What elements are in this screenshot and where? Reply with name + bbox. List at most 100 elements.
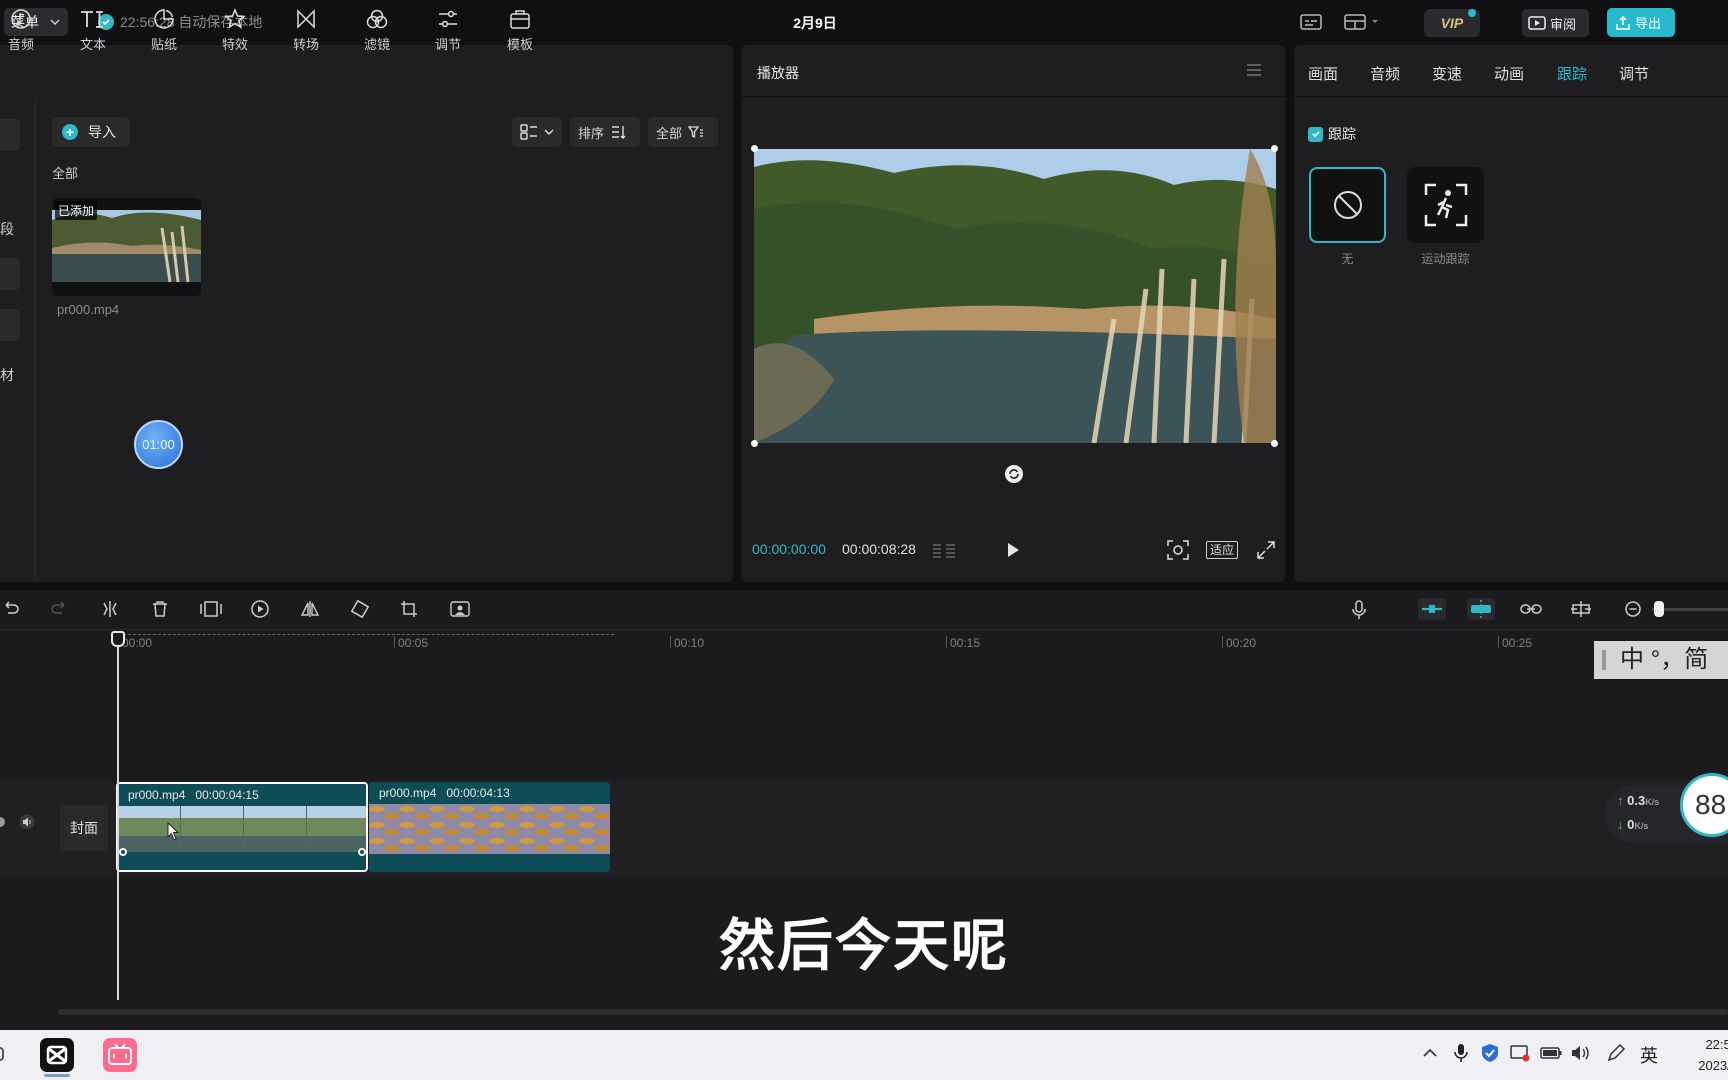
music-icon — [0, 8, 46, 30]
remove-background-icon[interactable] — [450, 600, 470, 618]
auto-snap-icon[interactable] — [1467, 598, 1495, 620]
hamburger-menu-icon[interactable] — [1246, 63, 1262, 77]
cover-button[interactable]: 封面 — [60, 805, 108, 851]
layout-icon[interactable] — [1344, 13, 1380, 31]
mirror-icon[interactable] — [300, 600, 320, 618]
screenshot-icon[interactable] — [1167, 540, 1189, 560]
sidenav-item[interactable] — [0, 309, 20, 341]
speed-unit: K/s — [1634, 821, 1649, 831]
delete-icon[interactable] — [151, 600, 169, 618]
clip-header: pr000.mp4 00:00:04:15 — [118, 784, 366, 806]
microphone-tray-icon[interactable] — [1454, 1043, 1468, 1063]
sidenav-item[interactable] — [0, 258, 20, 290]
filter-button[interactable]: 全部 — [648, 117, 718, 147]
export-icon — [1615, 15, 1631, 31]
tool-effects[interactable]: 特效 — [210, 8, 260, 53]
sort-button[interactable]: 排序 — [570, 117, 640, 147]
media-section-label: 全部 — [52, 166, 79, 181]
ruler-label: 00:05 — [398, 636, 429, 650]
tracking-checkbox[interactable]: 跟踪 — [1308, 124, 1356, 144]
ime-drag-handle[interactable] — [1602, 650, 1606, 670]
search-icon[interactable] — [0, 1047, 4, 1061]
crop-handle[interactable] — [1271, 145, 1278, 152]
rotate-clip-icon[interactable] — [350, 600, 370, 618]
track-visibility-icon[interactable] — [0, 816, 8, 828]
microphone-icon[interactable] — [1351, 600, 1367, 620]
divider — [1294, 96, 1728, 97]
clip-name: pr000.mp4 — [379, 786, 437, 800]
capcut-app-icon[interactable] — [40, 1038, 74, 1072]
security-shield-icon[interactable] — [1481, 1043, 1499, 1063]
crop-icon[interactable] — [400, 600, 418, 618]
tracking-option-motion[interactable] — [1407, 167, 1484, 243]
clip-duration: 00:00:04:13 — [446, 786, 510, 800]
show-hidden-icons-chevron-icon[interactable] — [1422, 1046, 1438, 1060]
display-tray-icon[interactable] — [1510, 1044, 1530, 1062]
play-circle-icon[interactable] — [251, 600, 269, 618]
tab-picture[interactable]: 画面 — [1308, 63, 1338, 84]
ruler-tick — [670, 636, 671, 648]
volume-icon[interactable] — [1570, 1044, 1592, 1062]
main-track-magnet-icon[interactable] — [1418, 598, 1446, 620]
speed-unit: K/s — [1645, 797, 1660, 807]
track-mute-icon[interactable] — [19, 814, 35, 830]
tab-audio[interactable]: 音频 — [1370, 63, 1400, 84]
clip-header: pr000.mp4 00:00:04:13 — [369, 782, 610, 804]
export-button[interactable]: 导出 — [1607, 8, 1675, 37]
zoom-slider-thumb[interactable] — [1654, 601, 1664, 617]
sidenav-item[interactable] — [0, 119, 20, 151]
tool-audio[interactable]: 音频 — [0, 8, 46, 53]
tab-animation[interactable]: 动画 — [1494, 63, 1524, 84]
sidenav-item-label[interactable]: 段 — [0, 219, 14, 239]
floating-timer-bubble[interactable]: 01:00 — [134, 420, 183, 469]
redo-icon[interactable] — [50, 600, 68, 618]
tab-speed[interactable]: 变速 — [1432, 63, 1462, 84]
preview-axis-icon[interactable] — [1570, 600, 1592, 618]
playhead-handle[interactable] — [111, 631, 125, 647]
fade-in-handle[interactable] — [119, 848, 127, 856]
battery-icon[interactable] — [1540, 1045, 1562, 1061]
crop-handle[interactable] — [751, 440, 758, 447]
ruler-tick — [394, 636, 395, 648]
undo-icon[interactable] — [2, 600, 20, 618]
vip-button[interactable]: VIP — [1424, 9, 1480, 37]
tool-template[interactable]: 模板 — [495, 8, 545, 53]
fade-out-handle[interactable] — [358, 848, 366, 856]
view-mode-button[interactable] — [512, 117, 562, 147]
sidenav-item-label[interactable]: 材 — [0, 365, 14, 385]
tool-filter[interactable]: 滤镜 — [352, 8, 402, 53]
fullscreen-icon[interactable] — [1257, 541, 1275, 559]
waveform-icon[interactable] — [931, 541, 957, 559]
tab-tracking[interactable]: 跟踪 — [1557, 63, 1587, 84]
timeline-clip-selected[interactable]: pr000.mp4 00:00:04:15 — [116, 782, 368, 872]
subtitle-icon[interactable] — [1300, 13, 1322, 31]
timeline-scrollbar[interactable] — [58, 1009, 1728, 1015]
pen-icon[interactable] — [1606, 1043, 1626, 1063]
tool-transition[interactable]: 转场 — [281, 8, 331, 53]
ime-toolbar[interactable]: 中 °，简 — [1594, 641, 1728, 679]
crop-handle[interactable] — [1271, 440, 1278, 447]
input-language-indicator[interactable]: 英 — [1640, 1042, 1658, 1068]
system-clock[interactable]: 22:56 2023/2 — [1678, 1034, 1728, 1076]
tracking-option-none[interactable] — [1309, 167, 1386, 243]
play-icon[interactable] — [1005, 541, 1021, 559]
active-app-indicator — [44, 1074, 70, 1077]
import-button[interactable]: + 导入 — [52, 117, 130, 147]
split-icon[interactable] — [101, 600, 119, 618]
crop-handle[interactable] — [751, 145, 758, 152]
fit-ratio-button[interactable]: 适应 — [1206, 541, 1239, 559]
bilibili-app-icon[interactable] — [103, 1038, 137, 1072]
timeline-clip[interactable]: pr000.mp4 00:00:04:13 — [369, 782, 610, 872]
tool-text[interactable]: 文本 — [68, 8, 118, 53]
freeze-frame-icon[interactable] — [200, 600, 222, 618]
notification-dot — [1468, 9, 1476, 17]
rotate-icon[interactable] — [1004, 464, 1024, 484]
link-icon[interactable] — [1520, 600, 1542, 618]
review-button[interactable]: 审阅 — [1522, 9, 1589, 37]
tool-sticker[interactable]: 贴纸 — [139, 8, 189, 53]
zoom-out-icon[interactable] — [1624, 600, 1642, 618]
tool-adjust[interactable]: 调节 — [423, 8, 473, 53]
tab-adjust[interactable]: 调节 — [1619, 63, 1649, 84]
video-preview[interactable] — [754, 149, 1276, 443]
playhead[interactable] — [117, 634, 119, 1000]
